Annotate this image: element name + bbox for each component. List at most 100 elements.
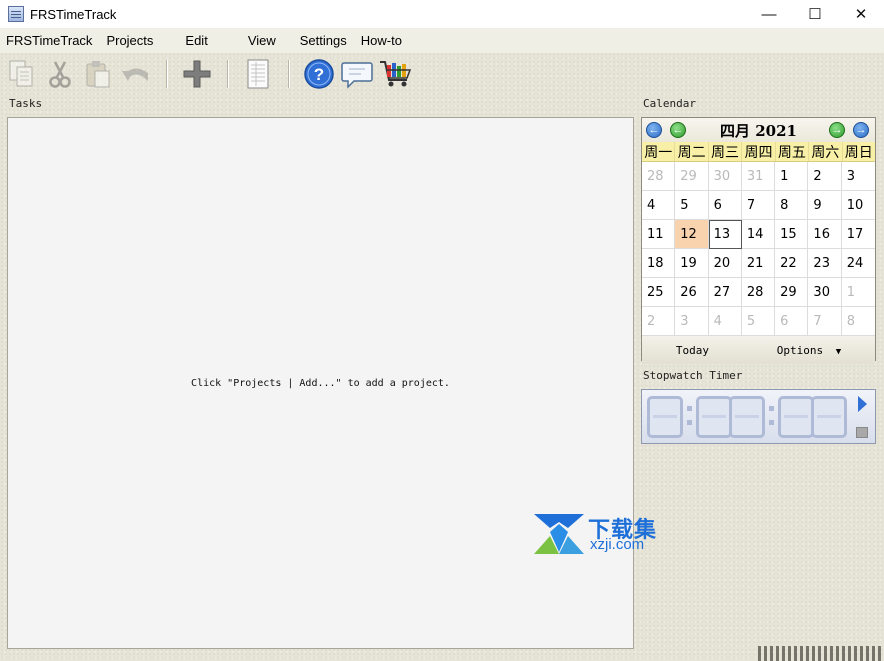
calendar-day[interactable]: 6 (708, 191, 742, 220)
calendar-day[interactable]: 5 (741, 307, 776, 336)
feedback-icon[interactable] (339, 56, 375, 92)
calendar-day[interactable]: 10 (841, 191, 875, 220)
calendar-day[interactable]: 2 (642, 307, 676, 336)
calendar-day[interactable]: 1 (841, 278, 875, 307)
calendar-day[interactable]: 7 (741, 191, 776, 220)
calendar-grid: 28 29 30 31 1 2 3 4 5 6 7 8 9 10 11 12 1… (642, 162, 875, 336)
stop-icon[interactable] (856, 427, 868, 438)
menu-bar: FRSTimeTrack Projects Edit View Settings… (0, 28, 884, 53)
today-button[interactable]: Today (676, 344, 709, 357)
calendar-day[interactable]: 4 (642, 191, 676, 220)
close-button[interactable]: ✕ (838, 0, 884, 28)
paste-icon[interactable] (80, 56, 116, 92)
play-icon[interactable] (858, 396, 867, 412)
calendar-day[interactable]: 21 (741, 249, 776, 278)
calendar-day[interactable]: 29 (675, 162, 709, 191)
weekday-mon: 周一 (642, 142, 676, 161)
calendar-day[interactable]: 16 (808, 220, 842, 249)
options-button[interactable]: Options ▼ (777, 344, 841, 357)
calendar-day[interactable]: 25 (642, 278, 676, 307)
toolbar-separator (288, 60, 289, 88)
menu-edit[interactable]: Edit (179, 33, 241, 48)
cart-icon[interactable] (377, 56, 413, 92)
calendar-day[interactable]: 23 (808, 249, 842, 278)
stopwatch-colon (769, 406, 774, 434)
tasks-empty-hint: Click "Projects | Add..." to add a proje… (191, 377, 450, 389)
chevron-down-icon: ▼ (835, 346, 842, 357)
calendar-day[interactable]: 9 (808, 191, 842, 220)
calendar-day[interactable]: 18 (642, 249, 676, 278)
maximize-button[interactable]: ☐ (792, 0, 838, 28)
report-icon[interactable] (240, 56, 276, 92)
cut-icon[interactable] (42, 56, 78, 92)
stopwatch-label: Stopwatch Timer (643, 369, 743, 382)
next-month-icon[interactable]: → (829, 122, 845, 138)
calendar-day[interactable]: 19 (675, 249, 709, 278)
calendar-day[interactable]: 8 (841, 307, 875, 336)
calendar-footer: Today Options ▼ (642, 336, 875, 364)
calendar-day[interactable]: 11 (642, 220, 676, 249)
calendar-day[interactable]: 4 (708, 307, 742, 336)
toolbar: ? (0, 53, 884, 95)
add-icon[interactable] (179, 56, 215, 92)
menu-how-to[interactable]: How-to (355, 33, 414, 48)
tasks-panel[interactable]: Click "Projects | Add..." to add a proje… (7, 117, 634, 649)
calendar-day-today[interactable]: 13 (708, 220, 742, 249)
menu-settings[interactable]: Settings (294, 33, 355, 48)
calendar-day[interactable]: 24 (841, 249, 875, 278)
window-title: FRSTimeTrack (30, 6, 117, 22)
calendar-day-selected[interactable]: 12 (675, 220, 709, 249)
toolbar-separator (166, 60, 167, 88)
weekday-wed: 周三 (709, 142, 743, 161)
toolbar-separator (227, 60, 228, 88)
calendar-day[interactable]: 5 (675, 191, 709, 220)
calendar-day[interactable]: 27 (708, 278, 742, 307)
title-bar: FRSTimeTrack — ☐ ✕ (0, 0, 884, 28)
menu-frstimetrack[interactable]: FRSTimeTrack (0, 33, 104, 48)
calendar-day[interactable]: 3 (841, 162, 875, 191)
calendar-day[interactable]: 28 (642, 162, 676, 191)
calendar-day[interactable]: 14 (741, 220, 776, 249)
prev-month-icon[interactable]: ← (670, 122, 686, 138)
calendar-day[interactable]: 7 (808, 307, 842, 336)
menu-projects[interactable]: Projects (104, 33, 179, 48)
calendar-day[interactable]: 17 (841, 220, 875, 249)
stopwatch-digit (811, 396, 847, 438)
undo-icon[interactable] (118, 56, 154, 92)
calendar-day[interactable]: 3 (675, 307, 709, 336)
calendar-day[interactable]: 22 (775, 249, 809, 278)
calendar-day[interactable]: 28 (741, 278, 776, 307)
weekday-tue: 周二 (675, 142, 709, 161)
calendar-day[interactable]: 30 (708, 162, 742, 191)
window-controls: — ☐ ✕ (746, 0, 884, 28)
calendar-day[interactable]: 26 (675, 278, 709, 307)
app-icon (8, 6, 24, 22)
calendar-day[interactable]: 15 (775, 220, 809, 249)
watermark-url: xzji.com (590, 536, 645, 553)
weekday-sat: 周六 (809, 142, 843, 161)
tasks-label: Tasks (9, 97, 43, 110)
stopwatch-digit (729, 396, 765, 438)
stopwatch-timer (641, 389, 876, 444)
svg-text:?: ? (314, 65, 324, 84)
calendar-day[interactable]: 30 (808, 278, 842, 307)
copy-icon[interactable] (4, 56, 40, 92)
help-icon[interactable]: ? (301, 56, 337, 92)
calendar-day[interactable]: 8 (775, 191, 809, 220)
calendar-day[interactable]: 20 (708, 249, 742, 278)
minimize-button[interactable]: — (746, 0, 792, 28)
calendar-day[interactable]: 1 (775, 162, 809, 191)
calendar-day[interactable]: 29 (775, 278, 809, 307)
stopwatch-digit (696, 396, 732, 438)
watermark-logo (534, 514, 584, 554)
calendar-day[interactable]: 2 (808, 162, 842, 191)
menu-view[interactable]: View (242, 33, 294, 48)
options-label: Options (776, 343, 824, 357)
calendar-day[interactable]: 6 (775, 307, 809, 336)
weekday-thu: 周四 (742, 142, 776, 161)
corner-decoration (758, 646, 884, 661)
weekday-fri: 周五 (776, 142, 810, 161)
next-year-icon[interactable]: → (853, 122, 869, 138)
calendar-day[interactable]: 31 (741, 162, 776, 191)
prev-year-icon[interactable]: ← (646, 122, 662, 138)
